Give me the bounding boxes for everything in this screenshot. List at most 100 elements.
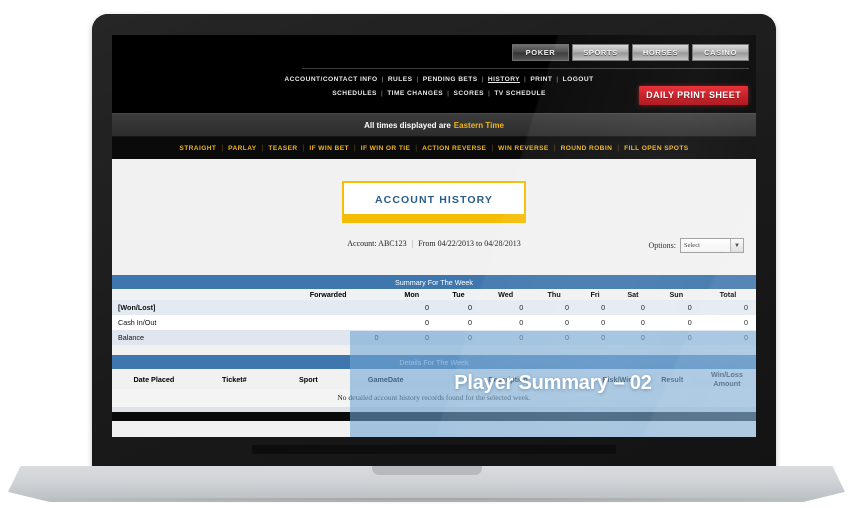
date-to: 04/28/2013 (484, 239, 521, 248)
summary-table-body: [Won/Lost] 0 0 0 0 0 0 0 0 Cash In/Out 0… (112, 300, 756, 345)
options-control: Options: Select ▼ (648, 238, 744, 253)
tab-horses-label: HORSES (642, 48, 679, 57)
summary-cell: 0 (576, 330, 614, 345)
summary-table: Summary For The Week Forwarded Mon Tue W… (112, 275, 756, 345)
menu-item-history[interactable]: HISTORY (485, 76, 523, 83)
page-title: ACCOUNT HISTORY (342, 181, 526, 223)
tab-casino[interactable]: CASINO (692, 44, 749, 61)
menu-item-scores[interactable]: SCORES (450, 90, 487, 97)
bet-type-teaser[interactable]: TEASER (263, 145, 302, 152)
menu-item-tv-schedule[interactable]: TV SCHEDULE (491, 90, 548, 97)
menu-item-print[interactable]: PRINT (527, 76, 555, 83)
summary-col-sat: Sat (627, 290, 639, 299)
summary-row-label: Balance (112, 330, 270, 345)
summary-col-tue: Tue (452, 290, 465, 299)
bet-type-parlay[interactable]: PARLAY (223, 145, 261, 152)
tab-poker-label: POKER (525, 48, 556, 57)
summary-cell: 0 (576, 315, 614, 330)
summary-cell: 0 (613, 300, 653, 315)
menu-item-schedules[interactable]: SCHEDULES (329, 90, 380, 97)
details-table-body: No detailed account history records foun… (112, 389, 756, 407)
options-selected-value: Select (684, 242, 700, 249)
details-col-date-placed: Date Placed (133, 374, 175, 384)
account-meta-row: Account: ABC123 | From 04/22/2013 to 04/… (112, 238, 756, 259)
summary-cell: 0 (479, 315, 532, 330)
details-col-risk-win: Risk/Win (602, 374, 633, 384)
summary-column-header-row: Forwarded Mon Tue Wed Thu Fri Sat Sun To… (112, 289, 756, 300)
summary-col-forwarded: Forwarded (309, 290, 347, 299)
table-row: [Won/Lost] 0 0 0 0 0 0 0 0 (112, 300, 756, 315)
summary-cell: 0 (386, 315, 438, 330)
details-col-gamedate: GameDate (367, 374, 404, 384)
details-col-win-loss-amount: Win/Loss Amount (711, 370, 743, 388)
details-table: Details For The Week Date Placed Ticket#… (112, 355, 756, 407)
summary-group-header: Summary For The Week (112, 275, 756, 289)
tab-sports[interactable]: SPORTS (572, 44, 629, 61)
details-empty-message: No detailed account history records foun… (112, 389, 756, 407)
page-body: ACCOUNT HISTORY Account: ABC123 | From 0… (112, 159, 756, 437)
bet-type-if-win-bet[interactable]: IF WIN BET (304, 145, 354, 152)
laptop-base-notch (372, 466, 482, 475)
table-row: Cash In/Out 0 0 0 0 0 0 0 0 (112, 315, 756, 330)
summary-group-header-row: Summary For The Week (112, 275, 756, 289)
options-label: Options: (648, 241, 676, 250)
details-group-header-row: Details For The Week (112, 355, 756, 369)
bet-type-straight[interactable]: STRAIGHT (174, 145, 221, 152)
date-to-label: to (476, 239, 483, 248)
summary-col-mon: Mon (404, 290, 420, 299)
summary-cell: 0 (437, 300, 480, 315)
options-select[interactable]: Select ▼ (680, 238, 744, 253)
laptop-hinge (252, 445, 616, 454)
tab-casino-label: CASINO (704, 48, 737, 57)
tab-horses[interactable]: HORSES (632, 44, 689, 61)
summary-col-wed: Wed (498, 290, 514, 299)
details-column-header-row: Date Placed Ticket# Sport GameDate Descr… (112, 369, 756, 389)
timezone-notice-bar: All times displayed are Eastern Time (112, 113, 756, 137)
bet-type-fill-open-spots[interactable]: FILL OPEN SPOTS (619, 145, 694, 152)
bet-type-win-reverse[interactable]: WIN REVERSE (493, 145, 554, 152)
site-header: POKER SPORTS HORSES CASINO ACCOUNT/CONTA… (112, 35, 756, 113)
menu-item-logout[interactable]: LOGOUT (560, 76, 597, 83)
details-col-sport: Sport (299, 374, 318, 384)
summary-cell: 0 (479, 330, 532, 345)
summary-cell: 0 (269, 330, 387, 345)
bet-type-round-robin[interactable]: ROUND ROBIN (556, 145, 618, 152)
bet-type-if-win-or-tie[interactable]: IF WIN OR TIE (356, 145, 416, 152)
top-product-tabs: POKER SPORTS HORSES CASINO (512, 44, 749, 61)
daily-print-sheet-button[interactable]: DAILY PRINT SHEET (639, 86, 748, 105)
menu-item-time-changes[interactable]: TIME CHANGES (384, 90, 446, 97)
summary-col-sun: Sun (669, 290, 684, 299)
menu-item-account-contact-info[interactable]: ACCOUNT/CONTACT INFO (281, 76, 380, 83)
summary-row-label: [Won/Lost] (112, 300, 270, 315)
summary-cell: 0 (437, 315, 480, 330)
summary-cell: 0 (479, 300, 532, 315)
summary-cell: 0 (652, 300, 700, 315)
chevron-down-icon[interactable]: ▼ (730, 239, 743, 252)
summary-cell: 0 (699, 300, 756, 315)
timezone-notice-zone: Eastern Time (453, 120, 504, 130)
menu-divider: | (556, 76, 559, 83)
summary-cell: 0 (386, 300, 438, 315)
details-group-header: Details For The Week (112, 355, 756, 369)
menu-row-primary: ACCOUNT/CONTACT INFO | RULES | PENDING BETS |… (112, 73, 756, 87)
bet-type-action-reverse[interactable]: ACTION REVERSE (417, 145, 491, 152)
page-bottom-bar (112, 412, 756, 421)
summary-cell: 0 (652, 315, 700, 330)
summary-row-label: Cash In/Out (112, 315, 270, 330)
laptop-shadow (20, 498, 833, 504)
summary-cell: 0 (531, 315, 577, 330)
details-empty-row: No detailed account history records foun… (112, 389, 756, 407)
timezone-notice-text: All times displayed are (364, 120, 451, 130)
table-spacer (112, 345, 756, 355)
screenshot-canvas: POKER SPORTS HORSES CASINO ACCOUNT/CONTA… (0, 0, 853, 508)
summary-col-thu: Thu (547, 290, 561, 299)
menu-item-rules[interactable]: RULES (385, 76, 416, 83)
summary-cell: 0 (613, 315, 653, 330)
menu-item-pending-bets[interactable]: PENDING BETS (420, 76, 481, 83)
summary-cell (269, 300, 387, 315)
page-title-wrap: ACCOUNT HISTORY (112, 159, 756, 223)
summary-cell: 0 (699, 315, 756, 330)
summary-cell: 0 (531, 330, 577, 345)
account-value: ABC123 (378, 239, 407, 248)
tab-poker[interactable]: POKER (512, 44, 569, 61)
